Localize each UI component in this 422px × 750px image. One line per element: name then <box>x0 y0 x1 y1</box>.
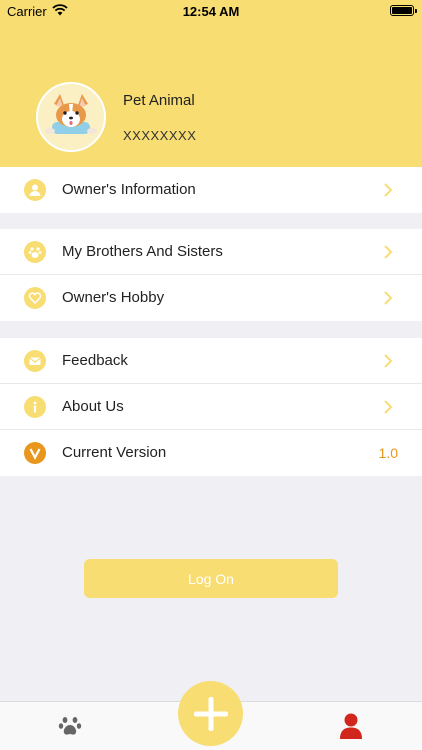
info-icon <box>24 396 46 418</box>
plus-icon <box>193 696 228 731</box>
version-icon <box>24 442 46 464</box>
profile-name: Pet Animal <box>123 92 195 109</box>
menu-group-family: My Brothers And Sisters Owner's Hobby <box>0 229 422 321</box>
avatar[interactable] <box>36 82 106 152</box>
log-on-button[interactable]: Log On <box>84 559 338 598</box>
user-icon[interactable] <box>339 712 363 740</box>
status-bar: Carrier 12:54 AM <box>0 0 422 22</box>
person-icon <box>24 179 46 201</box>
heart-icon <box>24 287 46 309</box>
menu-group-app: Feedback About Us Current Version 1.0 <box>0 338 422 476</box>
version-value: 1.0 <box>378 445 398 461</box>
mail-icon <box>24 350 46 372</box>
profile-id: XXXXXXXX <box>123 128 197 143</box>
chevron-right-icon <box>384 245 393 259</box>
chevron-right-icon <box>384 400 393 414</box>
chevron-right-icon <box>384 291 393 305</box>
add-button[interactable] <box>178 681 243 746</box>
menu-item-label: Owner's Hobby <box>62 289 165 306</box>
menu-item-owners-information[interactable]: Owner's Information <box>0 167 422 213</box>
menu-item-about-us[interactable]: About Us <box>0 384 422 430</box>
battery-icon <box>390 5 417 16</box>
menu-item-feedback[interactable]: Feedback <box>0 338 422 384</box>
menu-item-current-version[interactable]: Current Version 1.0 <box>0 430 422 476</box>
menu-item-label: About Us <box>62 398 124 415</box>
paw-icon <box>24 241 46 263</box>
status-time: 12:54 AM <box>182 4 240 19</box>
menu-group-owner: Owner's Information <box>0 167 422 213</box>
profile-header: Carrier 12:54 AM Pet Animal XXXXXXXX <box>0 0 422 167</box>
chevron-right-icon <box>384 183 393 197</box>
menu-item-brothers-sisters[interactable]: My Brothers And Sisters <box>0 229 422 275</box>
menu-item-label: Current Version <box>62 444 167 461</box>
menu-item-owners-hobby[interactable]: Owner's Hobby <box>0 275 422 321</box>
paw-icon[interactable] <box>58 714 82 738</box>
chevron-right-icon <box>384 354 393 368</box>
screen: Carrier 12:54 AM Pet Animal XXXXXXXX Own… <box>0 0 422 750</box>
corgi-icon <box>45 94 97 134</box>
menu-item-label: My Brothers And Sisters <box>62 243 223 260</box>
menu-item-label: Owner's Information <box>62 181 196 198</box>
menu-item-label: Feedback <box>62 352 128 369</box>
